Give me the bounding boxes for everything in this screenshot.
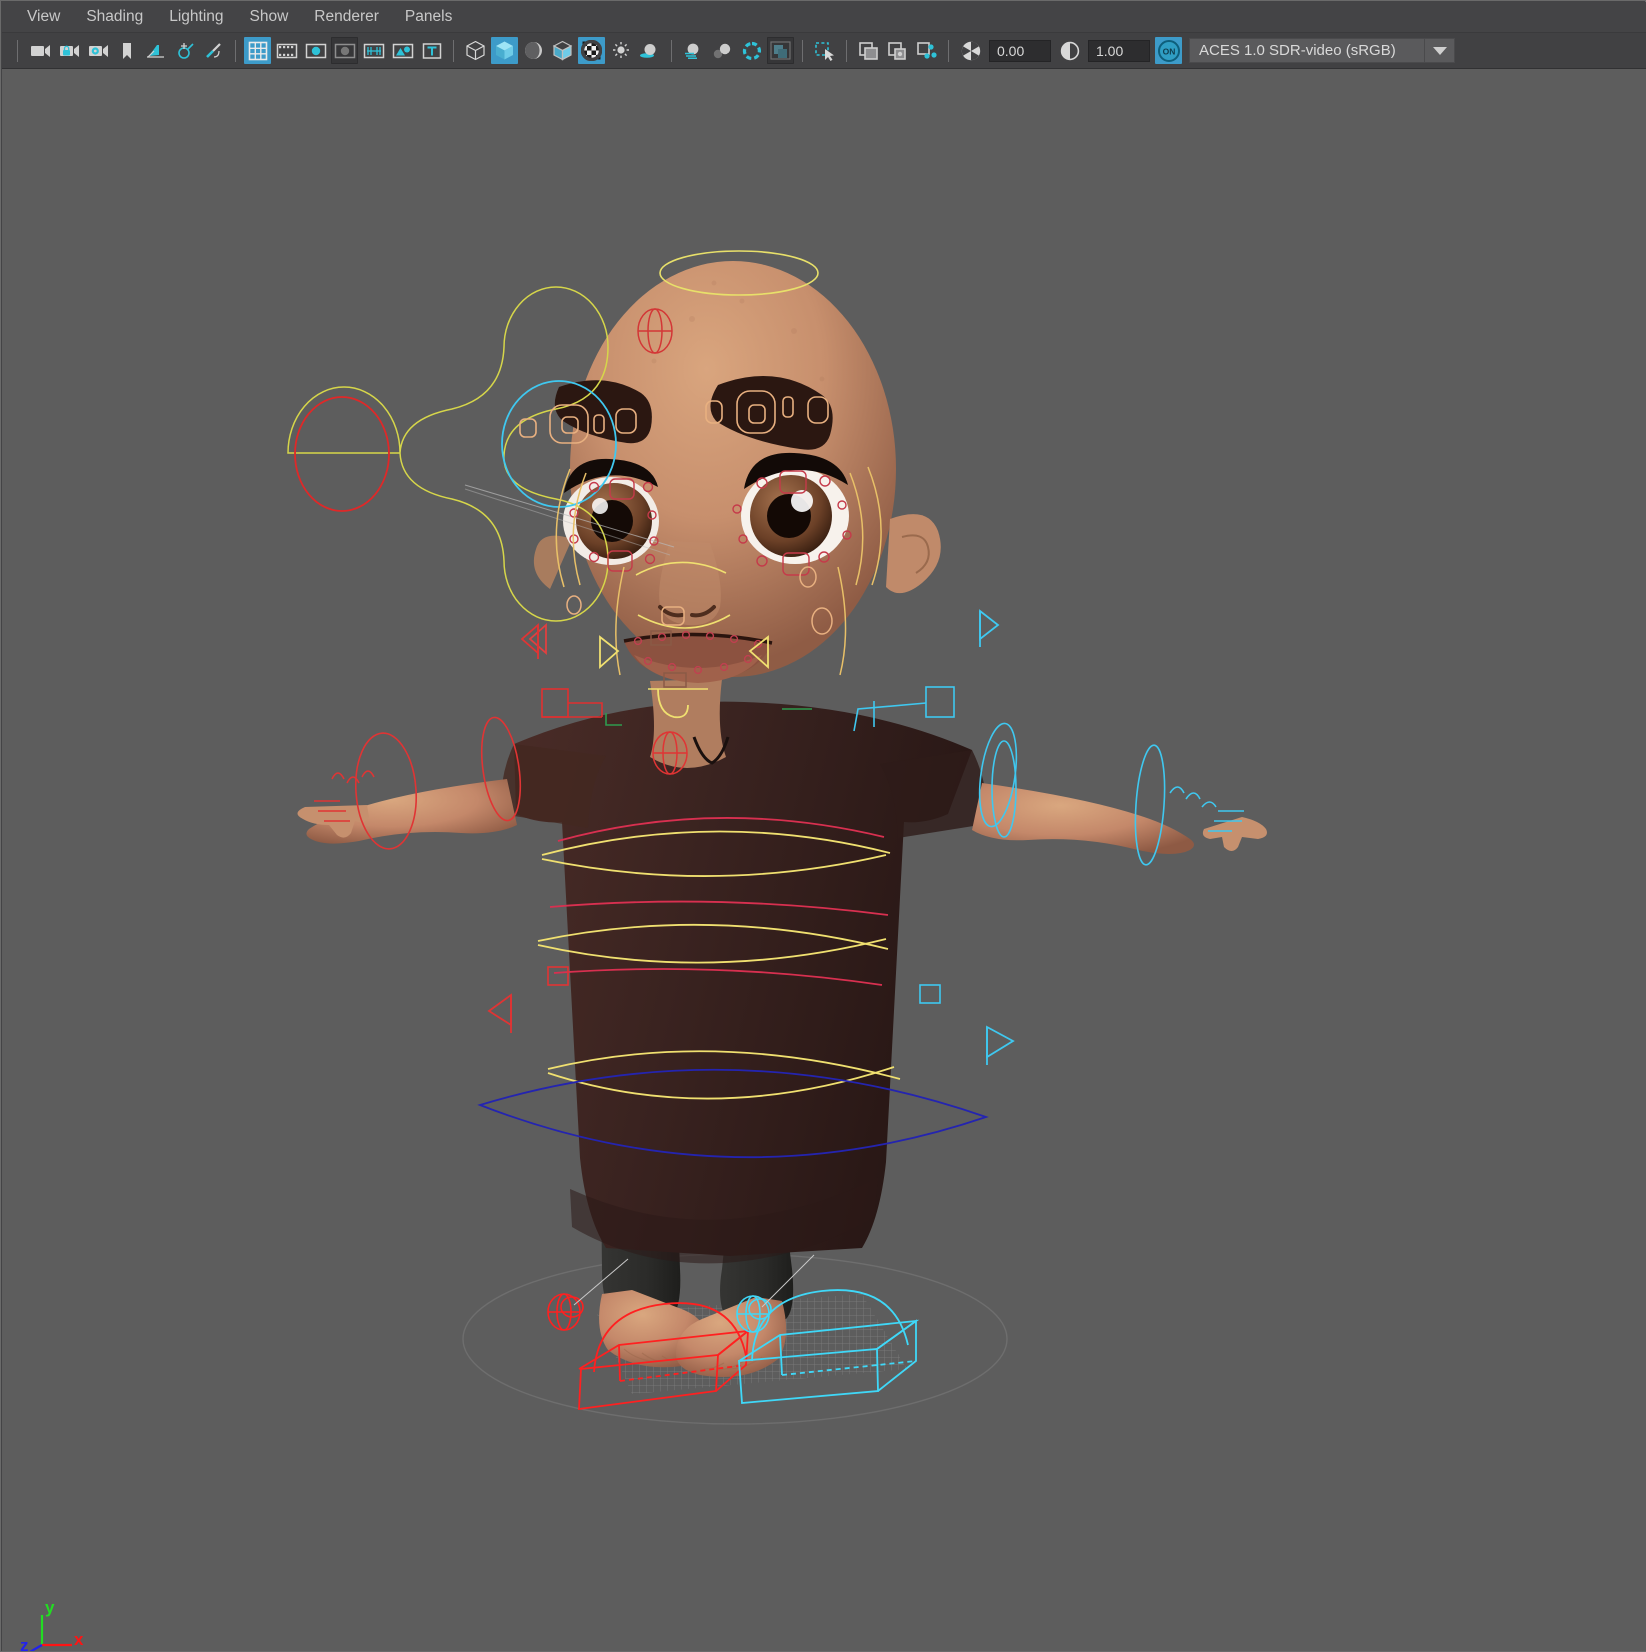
- character-rig-scene: [287, 250, 1267, 1425]
- menu-lighting[interactable]: Lighting: [156, 5, 236, 30]
- menu-panels[interactable]: Panels: [392, 5, 465, 30]
- exposure-field[interactable]: 0.00: [989, 39, 1051, 62]
- resolution-gate-icon[interactable]: [302, 37, 329, 64]
- maya-viewport-panel: View Shading Lighting Show Renderer Pane…: [0, 0, 1646, 1652]
- contrast-icon: [1056, 37, 1083, 64]
- camera-settings-icon[interactable]: [84, 37, 111, 64]
- smooth-shade-all-icon[interactable]: [520, 37, 547, 64]
- shaded-wireframe-icon[interactable]: [549, 37, 576, 64]
- axis-label-z: z: [20, 1636, 29, 1651]
- film-gate-icon[interactable]: [273, 37, 300, 64]
- lock-camera-icon[interactable]: [55, 37, 82, 64]
- textured-icon[interactable]: [578, 37, 605, 64]
- toolbar-separator: [235, 39, 236, 62]
- camera-icon[interactable]: [26, 37, 53, 64]
- toolbar-separator: [846, 39, 847, 62]
- axis-label-y: y: [45, 1598, 55, 1617]
- toolbar-separator: [453, 39, 454, 62]
- depth-of-field-icon[interactable]: [767, 37, 794, 64]
- use-lights-icon[interactable]: [607, 37, 634, 64]
- chevron-down-icon[interactable]: [1424, 39, 1454, 62]
- menu-show[interactable]: Show: [237, 5, 302, 30]
- viewport-toolbar: 0.00 1.00 ON ACES 1.0 SDR-video (sRGB): [2, 33, 1646, 69]
- safe-title-icon[interactable]: [418, 37, 445, 64]
- viewport-menu-bar: View Shading Lighting Show Renderer Pane…: [2, 2, 1646, 33]
- toolbar-separator: [948, 39, 949, 62]
- zoom-tool-icon[interactable]: [171, 37, 198, 64]
- colorspace-value: ACES 1.0 SDR-video (sRGB): [1199, 42, 1396, 59]
- motion-blur-icon[interactable]: [709, 37, 736, 64]
- gate-mask-icon[interactable]: [331, 37, 358, 64]
- gamma-field[interactable]: 1.00: [1088, 39, 1150, 62]
- shadows-icon[interactable]: [636, 37, 663, 64]
- wireframe-icon[interactable]: [462, 37, 489, 64]
- multisample-aa-icon[interactable]: [738, 37, 765, 64]
- safe-action-icon[interactable]: [389, 37, 416, 64]
- xray-active-components-icon[interactable]: [913, 37, 940, 64]
- color-management-toggle[interactable]: ON: [1155, 37, 1182, 64]
- xray-icon[interactable]: [855, 37, 882, 64]
- axis-label-x: x: [74, 1630, 84, 1649]
- menu-renderer[interactable]: Renderer: [301, 5, 392, 30]
- toolbar-separator: [802, 39, 803, 62]
- bookmark-icon[interactable]: [113, 37, 140, 64]
- menu-view[interactable]: View: [14, 5, 73, 30]
- toolbar-separator: [671, 39, 672, 62]
- grid-toggle-icon[interactable]: [244, 37, 271, 64]
- screen-space-ao-icon[interactable]: [680, 37, 707, 64]
- grease-pencil-icon[interactable]: [142, 37, 169, 64]
- svg-text:ON: ON: [1162, 46, 1175, 56]
- colorspace-dropdown[interactable]: ACES 1.0 SDR-video (sRGB): [1189, 38, 1455, 63]
- smooth-shade-icon[interactable]: [491, 37, 518, 64]
- perspective-viewport[interactable]: y x z persp: [2, 69, 1646, 1651]
- axis-orientation-gizmo: y x z: [20, 1597, 90, 1651]
- field-chart-icon[interactable]: [360, 37, 387, 64]
- paint-effects-icon[interactable]: [200, 37, 227, 64]
- aperture-icon: [957, 37, 984, 64]
- isolate-select-icon[interactable]: [811, 37, 838, 64]
- toolbar-separator: [17, 39, 18, 62]
- menu-shading[interactable]: Shading: [73, 5, 156, 30]
- xray-joints-icon[interactable]: [884, 37, 911, 64]
